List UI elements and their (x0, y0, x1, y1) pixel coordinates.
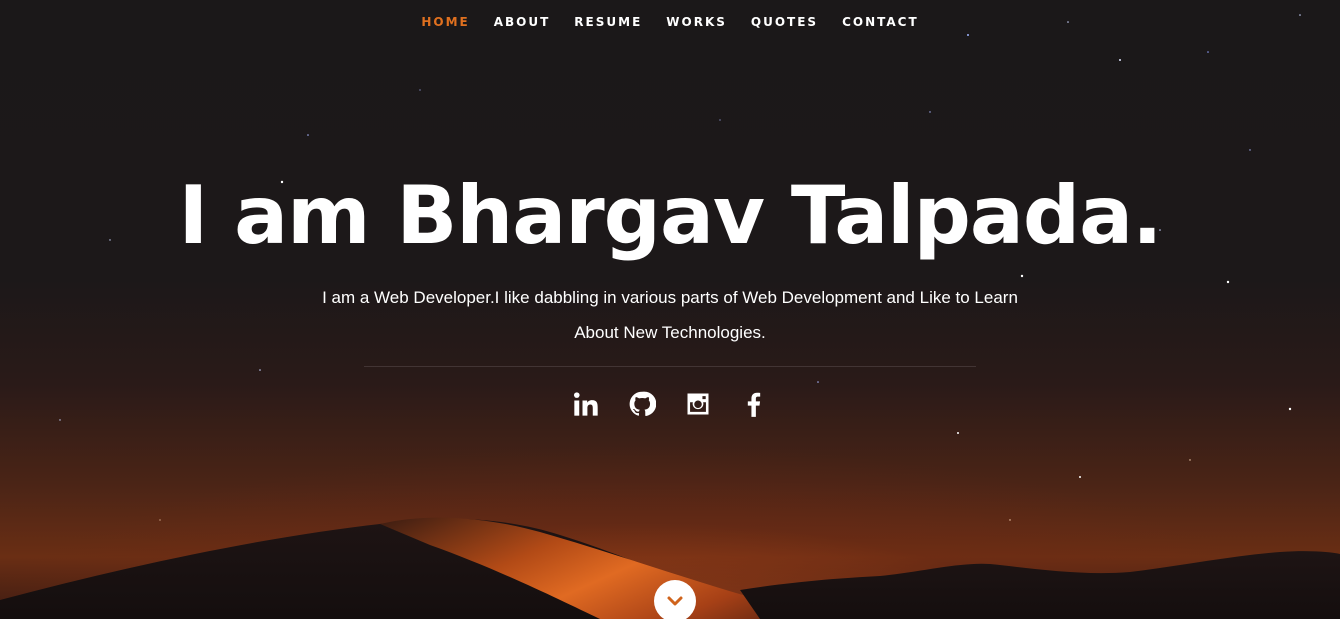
nav-resume-link[interactable]: RESUME (562, 15, 654, 29)
github-link[interactable] (627, 389, 657, 419)
instagram-link[interactable] (683, 389, 713, 419)
scroll-down-button[interactable] (654, 580, 696, 619)
intro-text: I am a Web Developer.I like dabbling in … (322, 288, 1018, 342)
facebook-link[interactable] (739, 389, 769, 419)
hero-section: HOME ABOUT RESUME WORKS QUOTES CONTACT I… (0, 0, 1340, 619)
github-icon (629, 391, 656, 417)
banner: I am Bhargav Talpada. I am a Web Develop… (0, 160, 1340, 419)
main-navigation: HOME ABOUT RESUME WORKS QUOTES CONTACT (0, 0, 1340, 44)
linkedin-link[interactable] (571, 389, 601, 419)
page-title: I am Bhargav Talpada. (178, 169, 1163, 262)
nav-contact-link[interactable]: CONTACT (830, 15, 931, 29)
facebook-icon (747, 392, 761, 417)
nav-works-link[interactable]: WORKS (654, 15, 739, 29)
nav-about-link[interactable]: ABOUT (482, 15, 563, 29)
nav-quotes-link[interactable]: QUOTES (739, 15, 830, 29)
instagram-icon (687, 393, 709, 415)
chevron-down-icon (667, 596, 683, 606)
linkedin-icon (573, 392, 598, 416)
social-links (0, 389, 1340, 419)
nav-home-link[interactable]: HOME (409, 15, 481, 29)
divider (364, 366, 976, 367)
